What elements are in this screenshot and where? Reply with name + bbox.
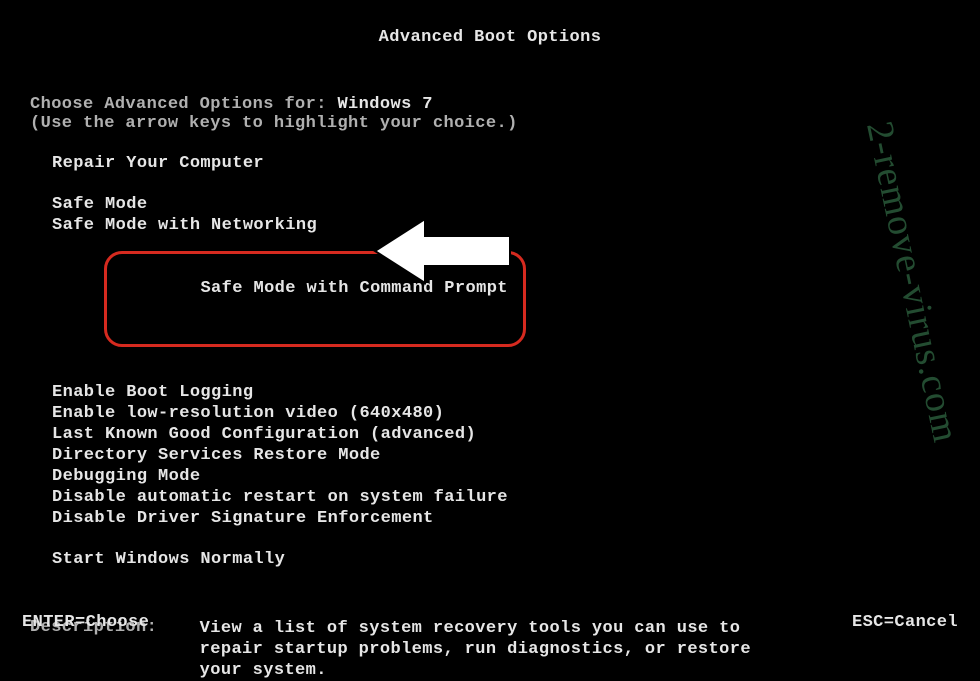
option-last-known-good[interactable]: Last Known Good Configuration (advanced) [52,424,950,445]
option-start-windows-normally[interactable]: Start Windows Normally [52,549,950,570]
option-safe-mode[interactable]: Safe Mode [52,194,950,215]
option-boot-logging[interactable]: Enable Boot Logging [52,382,950,403]
option-debugging-mode[interactable]: Debugging Mode [52,466,950,487]
screen-title: Advanced Boot Options [0,0,980,47]
option-safe-mode-networking[interactable]: Safe Mode with Networking [52,215,950,236]
option-safe-mode-command-prompt-label: Safe Mode with Command Prompt [200,279,507,298]
os-name: Windows 7 [337,95,432,114]
footer-enter: ENTER=Choose [22,613,149,632]
callout-circle [104,251,526,347]
option-ds-restore-mode[interactable]: Directory Services Restore Mode [52,445,950,466]
option-disable-auto-restart[interactable]: Disable automatic restart on system fail… [52,487,950,508]
option-repair-your-computer[interactable]: Repair Your Computer [52,153,950,174]
option-safe-mode-command-prompt[interactable]: Safe Mode with Command Prompt [52,236,950,362]
choose-prefix: Choose Advanced Options for: [30,95,337,114]
footer-esc: ESC=Cancel [852,613,958,632]
arrow-keys-hint: (Use the arrow keys to highlight your ch… [30,114,950,133]
option-disable-driver-sig[interactable]: Disable Driver Signature Enforcement [52,508,950,529]
choose-line: Choose Advanced Options for: Windows 7 [30,95,950,114]
option-low-res-video[interactable]: Enable low-resolution video (640x480) [52,403,950,424]
